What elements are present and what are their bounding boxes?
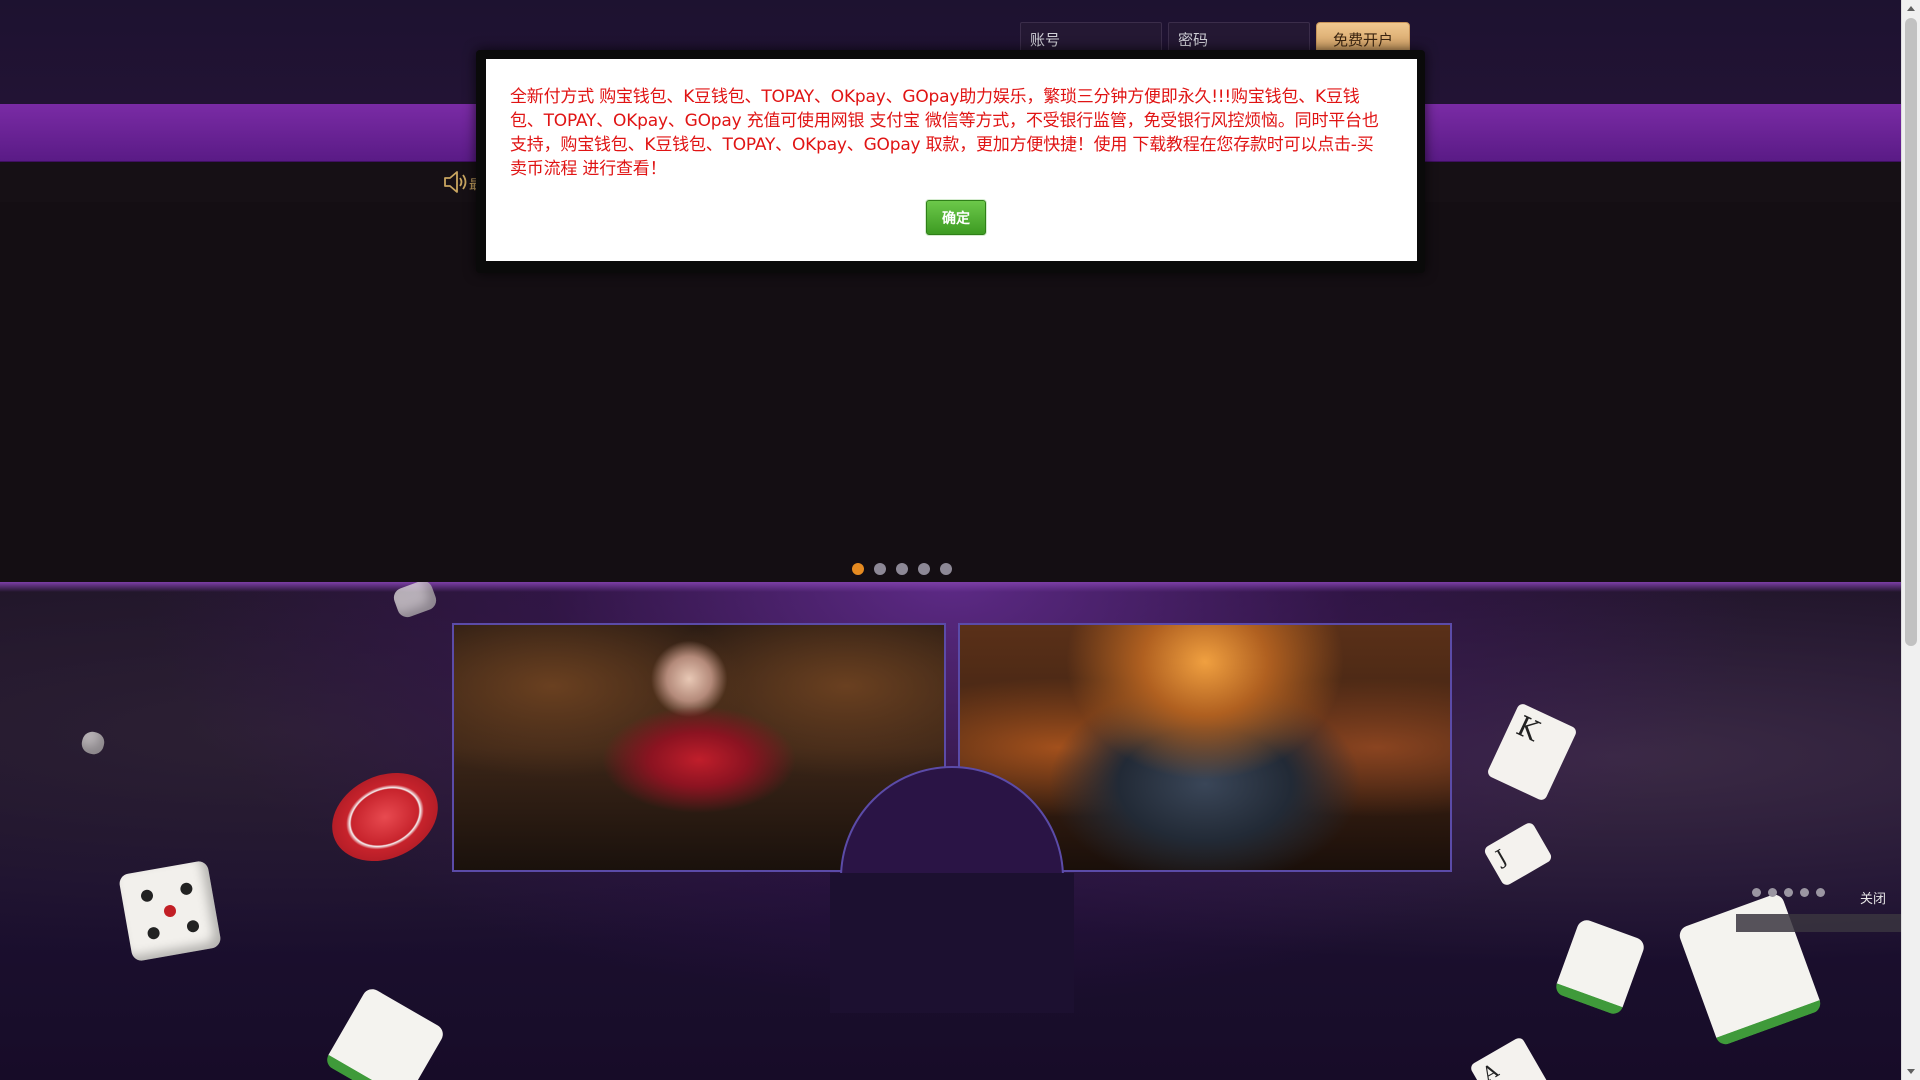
side-dot[interactable] — [1768, 888, 1777, 897]
side-float-bar — [1736, 914, 1901, 932]
side-dot[interactable] — [1800, 888, 1809, 897]
playing-card-decoration: A — [1469, 1036, 1551, 1080]
banner-dot[interactable] — [896, 563, 908, 575]
mahjong-tile-decoration — [1553, 917, 1647, 1017]
banner-dot[interactable] — [918, 563, 930, 575]
playing-card-decoration: J — [1482, 820, 1554, 888]
section-divider — [0, 582, 1901, 592]
confirm-button[interactable]: 确定 — [926, 200, 986, 235]
payment-notice-dialog: 全新付方式 购宝钱包、K豆钱包、TOPAY、OKpay、GOpay助力娱乐，繁琐… — [486, 59, 1417, 261]
side-dot[interactable] — [1752, 888, 1761, 897]
scroll-down-icon[interactable] — [1907, 1069, 1915, 1074]
scroll-thumb[interactable] — [1905, 18, 1917, 646]
dice-decoration — [79, 729, 107, 757]
banner-dot[interactable] — [852, 563, 864, 575]
side-float-pagination — [1752, 888, 1825, 897]
poker-chip-decoration — [317, 756, 453, 878]
side-dot[interactable] — [1784, 888, 1793, 897]
banner-pagination — [852, 563, 952, 575]
dialog-message: 全新付方式 购宝钱包、K豆钱包、TOPAY、OKpay、GOpay助力娱乐，繁琐… — [510, 87, 1379, 179]
scroll-up-icon[interactable] — [1907, 6, 1915, 11]
mahjong-tile-decoration — [323, 985, 447, 1080]
banner-dot[interactable] — [874, 563, 886, 575]
side-close-button[interactable]: 关闭 — [1860, 888, 1886, 907]
playing-card-decoration: K — [1486, 702, 1578, 802]
dice-decoration — [118, 859, 222, 963]
banner-dot[interactable] — [940, 563, 952, 575]
side-dot[interactable] — [1816, 888, 1825, 897]
arch-cover — [830, 873, 1074, 1013]
page-scrollbar[interactable] — [1901, 0, 1920, 1080]
games-section: K J A — [0, 582, 1901, 1080]
speaker-icon — [444, 171, 467, 193]
